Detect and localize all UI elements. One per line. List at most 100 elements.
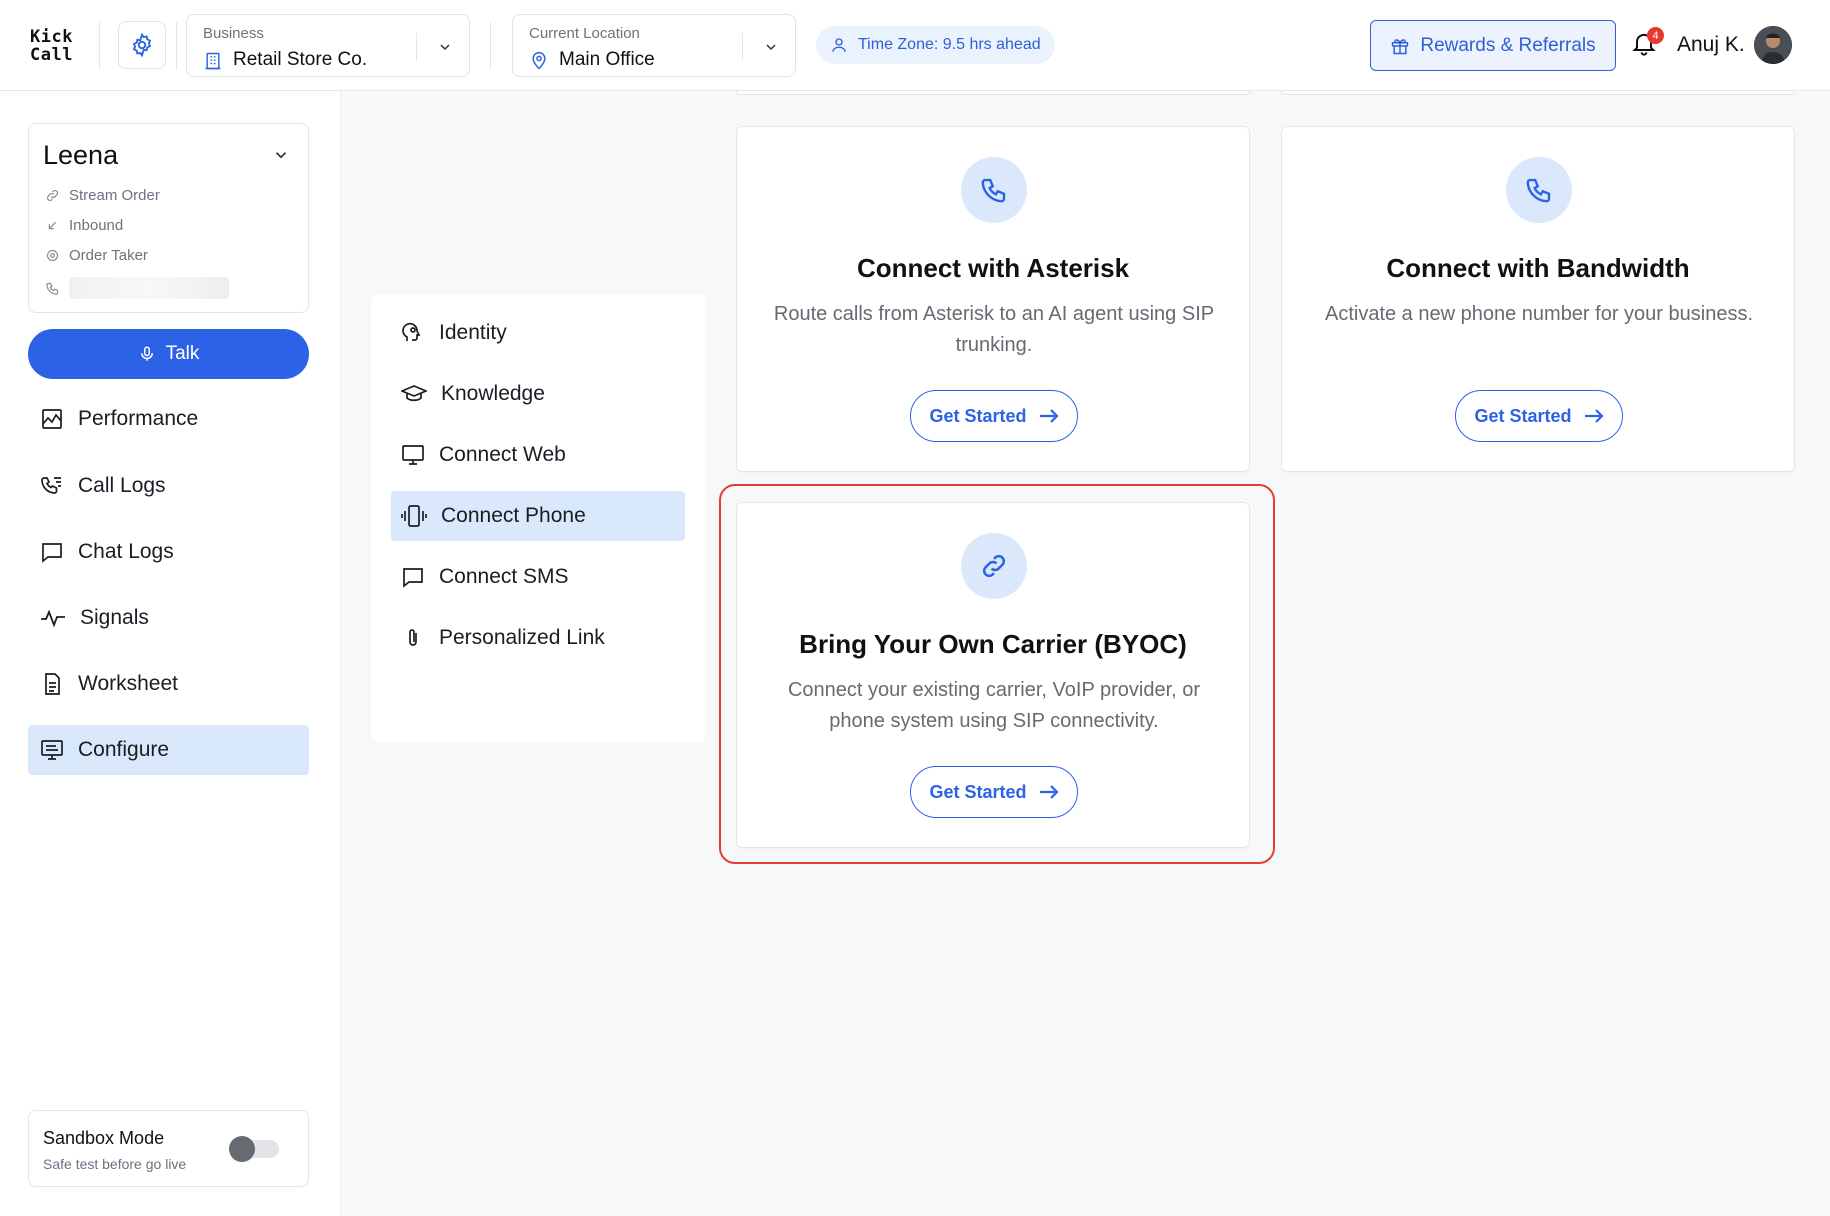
card-above-edge <box>1281 91 1795 95</box>
submenu-item-label: Knowledge <box>441 382 545 405</box>
divider <box>99 22 100 70</box>
submenu-item-label: Identity <box>439 321 507 344</box>
user-name[interactable]: Anuj K. <box>1677 33 1745 57</box>
divider <box>490 22 491 70</box>
logo[interactable]: Kick Call <box>30 28 73 64</box>
arrow-right-icon <box>1584 409 1604 423</box>
sidebar-item-chat-logs[interactable]: Chat Logs <box>28 527 309 577</box>
business-selector[interactable]: Business Retail Store Co. <box>186 14 470 77</box>
chevron-down-icon[interactable] <box>272 146 290 164</box>
sidebar-item-performance[interactable]: Performance <box>28 394 309 444</box>
sidebar-item-label: Chat Logs <box>78 540 174 563</box>
submenu-item-label: Connect Web <box>439 443 566 466</box>
card-description: Activate a new phone number for your bus… <box>1324 303 1754 325</box>
card-title: Connect with Asterisk <box>856 253 1130 283</box>
head-icon <box>402 322 421 341</box>
avatar[interactable] <box>1754 26 1792 64</box>
sandbox-title: Sandbox Mode <box>43 1128 165 1148</box>
agent-meta-text: Order Taker <box>69 247 148 264</box>
get-started-button[interactable]: Get Started <box>1455 390 1623 442</box>
submenu-item-personalized-link[interactable]: Personalized Link <box>391 613 685 663</box>
card-description: Route calls from Asterisk to an AI agent… <box>773 303 1215 356</box>
arrow-down-left-icon <box>48 221 57 230</box>
sandbox-mode-card: Sandbox Mode Safe test before go live <box>28 1110 309 1187</box>
top-bar: Kick Call Business Retail Store Co. Curr… <box>0 0 1830 91</box>
sidebar-item-signals[interactable]: Signals <box>28 593 309 643</box>
chevron-down-icon <box>440 44 450 51</box>
logo-line-2: Call <box>30 45 73 65</box>
gear-icon <box>132 32 152 58</box>
divider <box>176 22 177 70</box>
settings-button[interactable] <box>118 21 166 69</box>
location-label: Current Location <box>529 25 640 42</box>
card-above-edge <box>736 91 1250 95</box>
talk-button[interactable]: Talk <box>28 329 309 379</box>
talk-label: Talk <box>165 343 200 364</box>
avatar-image <box>1754 26 1792 64</box>
timezone-badge: Time Zone: 9.5 hrs ahead <box>816 26 1055 64</box>
agent-card[interactable]: Leena Stream Order Inbound Order Taker <box>28 123 309 313</box>
phone-icon <box>981 178 1006 203</box>
submenu-item-connect-sms[interactable]: Connect SMS <box>391 552 685 602</box>
sidebar-item-label: Call Logs <box>78 474 166 497</box>
divider <box>742 33 743 61</box>
card-title: Connect with Bandwidth <box>1386 253 1690 283</box>
sandbox-toggle[interactable] <box>229 1136 279 1162</box>
microphone-icon <box>140 346 153 361</box>
link-icon <box>47 190 58 201</box>
submenu-item-knowledge[interactable]: Knowledge <box>391 369 685 419</box>
configure-submenu: Identity Knowledge Connect Web Connect P… <box>371 294 706 742</box>
document-icon <box>45 673 60 695</box>
agent-meta-text: Inbound <box>69 217 124 234</box>
toggle-knob <box>229 1136 255 1162</box>
user-icon <box>832 38 846 52</box>
agent-name: Leena <box>43 140 119 170</box>
submenu-item-label: Personalized Link <box>439 626 605 649</box>
submenu-item-connect-web[interactable]: Connect Web <box>391 430 685 480</box>
chevron-down-icon <box>766 44 776 51</box>
arrow-right-icon <box>1039 409 1059 423</box>
submenu-item-identity[interactable]: Identity <box>391 308 685 358</box>
sidebar-item-call-logs[interactable]: Call Logs <box>28 461 309 511</box>
gift-icon <box>1392 38 1409 54</box>
business-label: Business <box>203 25 264 42</box>
timezone-text: Time Zone: 9.5 hrs ahead <box>858 36 1041 53</box>
agent-meta-phone <box>45 277 229 299</box>
rewards-label: Rewards & Referrals <box>1420 34 1596 56</box>
sidebar-item-label: Configure <box>78 738 170 761</box>
chat-icon <box>42 543 62 563</box>
location-selector[interactable]: Current Location Main Office <box>512 14 796 77</box>
sidebar-item-label: Signals <box>80 606 149 629</box>
logo-line-1: Kick <box>30 27 73 47</box>
rewards-referrals-button[interactable]: Rewards & Referrals <box>1370 20 1616 71</box>
sandbox-subtitle: Safe test before go live <box>43 1156 187 1172</box>
submenu-item-label: Connect SMS <box>439 565 569 588</box>
phone-vibrate-icon <box>401 505 427 527</box>
pulse-icon <box>41 609 65 628</box>
get-started-button[interactable]: Get Started <box>910 390 1078 442</box>
gear-icon <box>46 249 59 262</box>
sidebar: Leena Stream Order Inbound Order Taker T… <box>0 91 341 1216</box>
phone-icon <box>1526 178 1551 203</box>
business-value: Retail Store Co. <box>233 49 368 70</box>
submenu-item-connect-phone[interactable]: Connect Phone <box>391 491 685 541</box>
message-icon <box>403 568 423 588</box>
agent-meta-text: Stream Order <box>69 187 160 204</box>
highlight-outline <box>719 484 1275 864</box>
building-icon <box>205 52 221 70</box>
button-label: Get Started <box>1474 405 1572 426</box>
graduation-cap-icon <box>401 385 427 402</box>
location-value: Main Office <box>559 49 655 70</box>
sidebar-item-label: Worksheet <box>78 672 178 695</box>
agent-meta-stream: Stream Order <box>45 187 160 204</box>
bandwidth-card: Connect with Bandwidth Activate a new ph… <box>1281 126 1795 472</box>
notification-badge: 4 <box>1647 27 1664 44</box>
phone-icon <box>46 282 59 295</box>
notifications-button[interactable]: 4 <box>1630 27 1664 62</box>
paperclip-icon <box>409 629 417 646</box>
sidebar-item-label: Performance <box>78 407 199 430</box>
sidebar-item-worksheet[interactable]: Worksheet <box>28 659 309 709</box>
sidebar-item-configure[interactable]: Configure <box>28 725 309 775</box>
submenu-item-label: Connect Phone <box>441 504 586 527</box>
agent-meta-role: Order Taker <box>45 247 148 264</box>
